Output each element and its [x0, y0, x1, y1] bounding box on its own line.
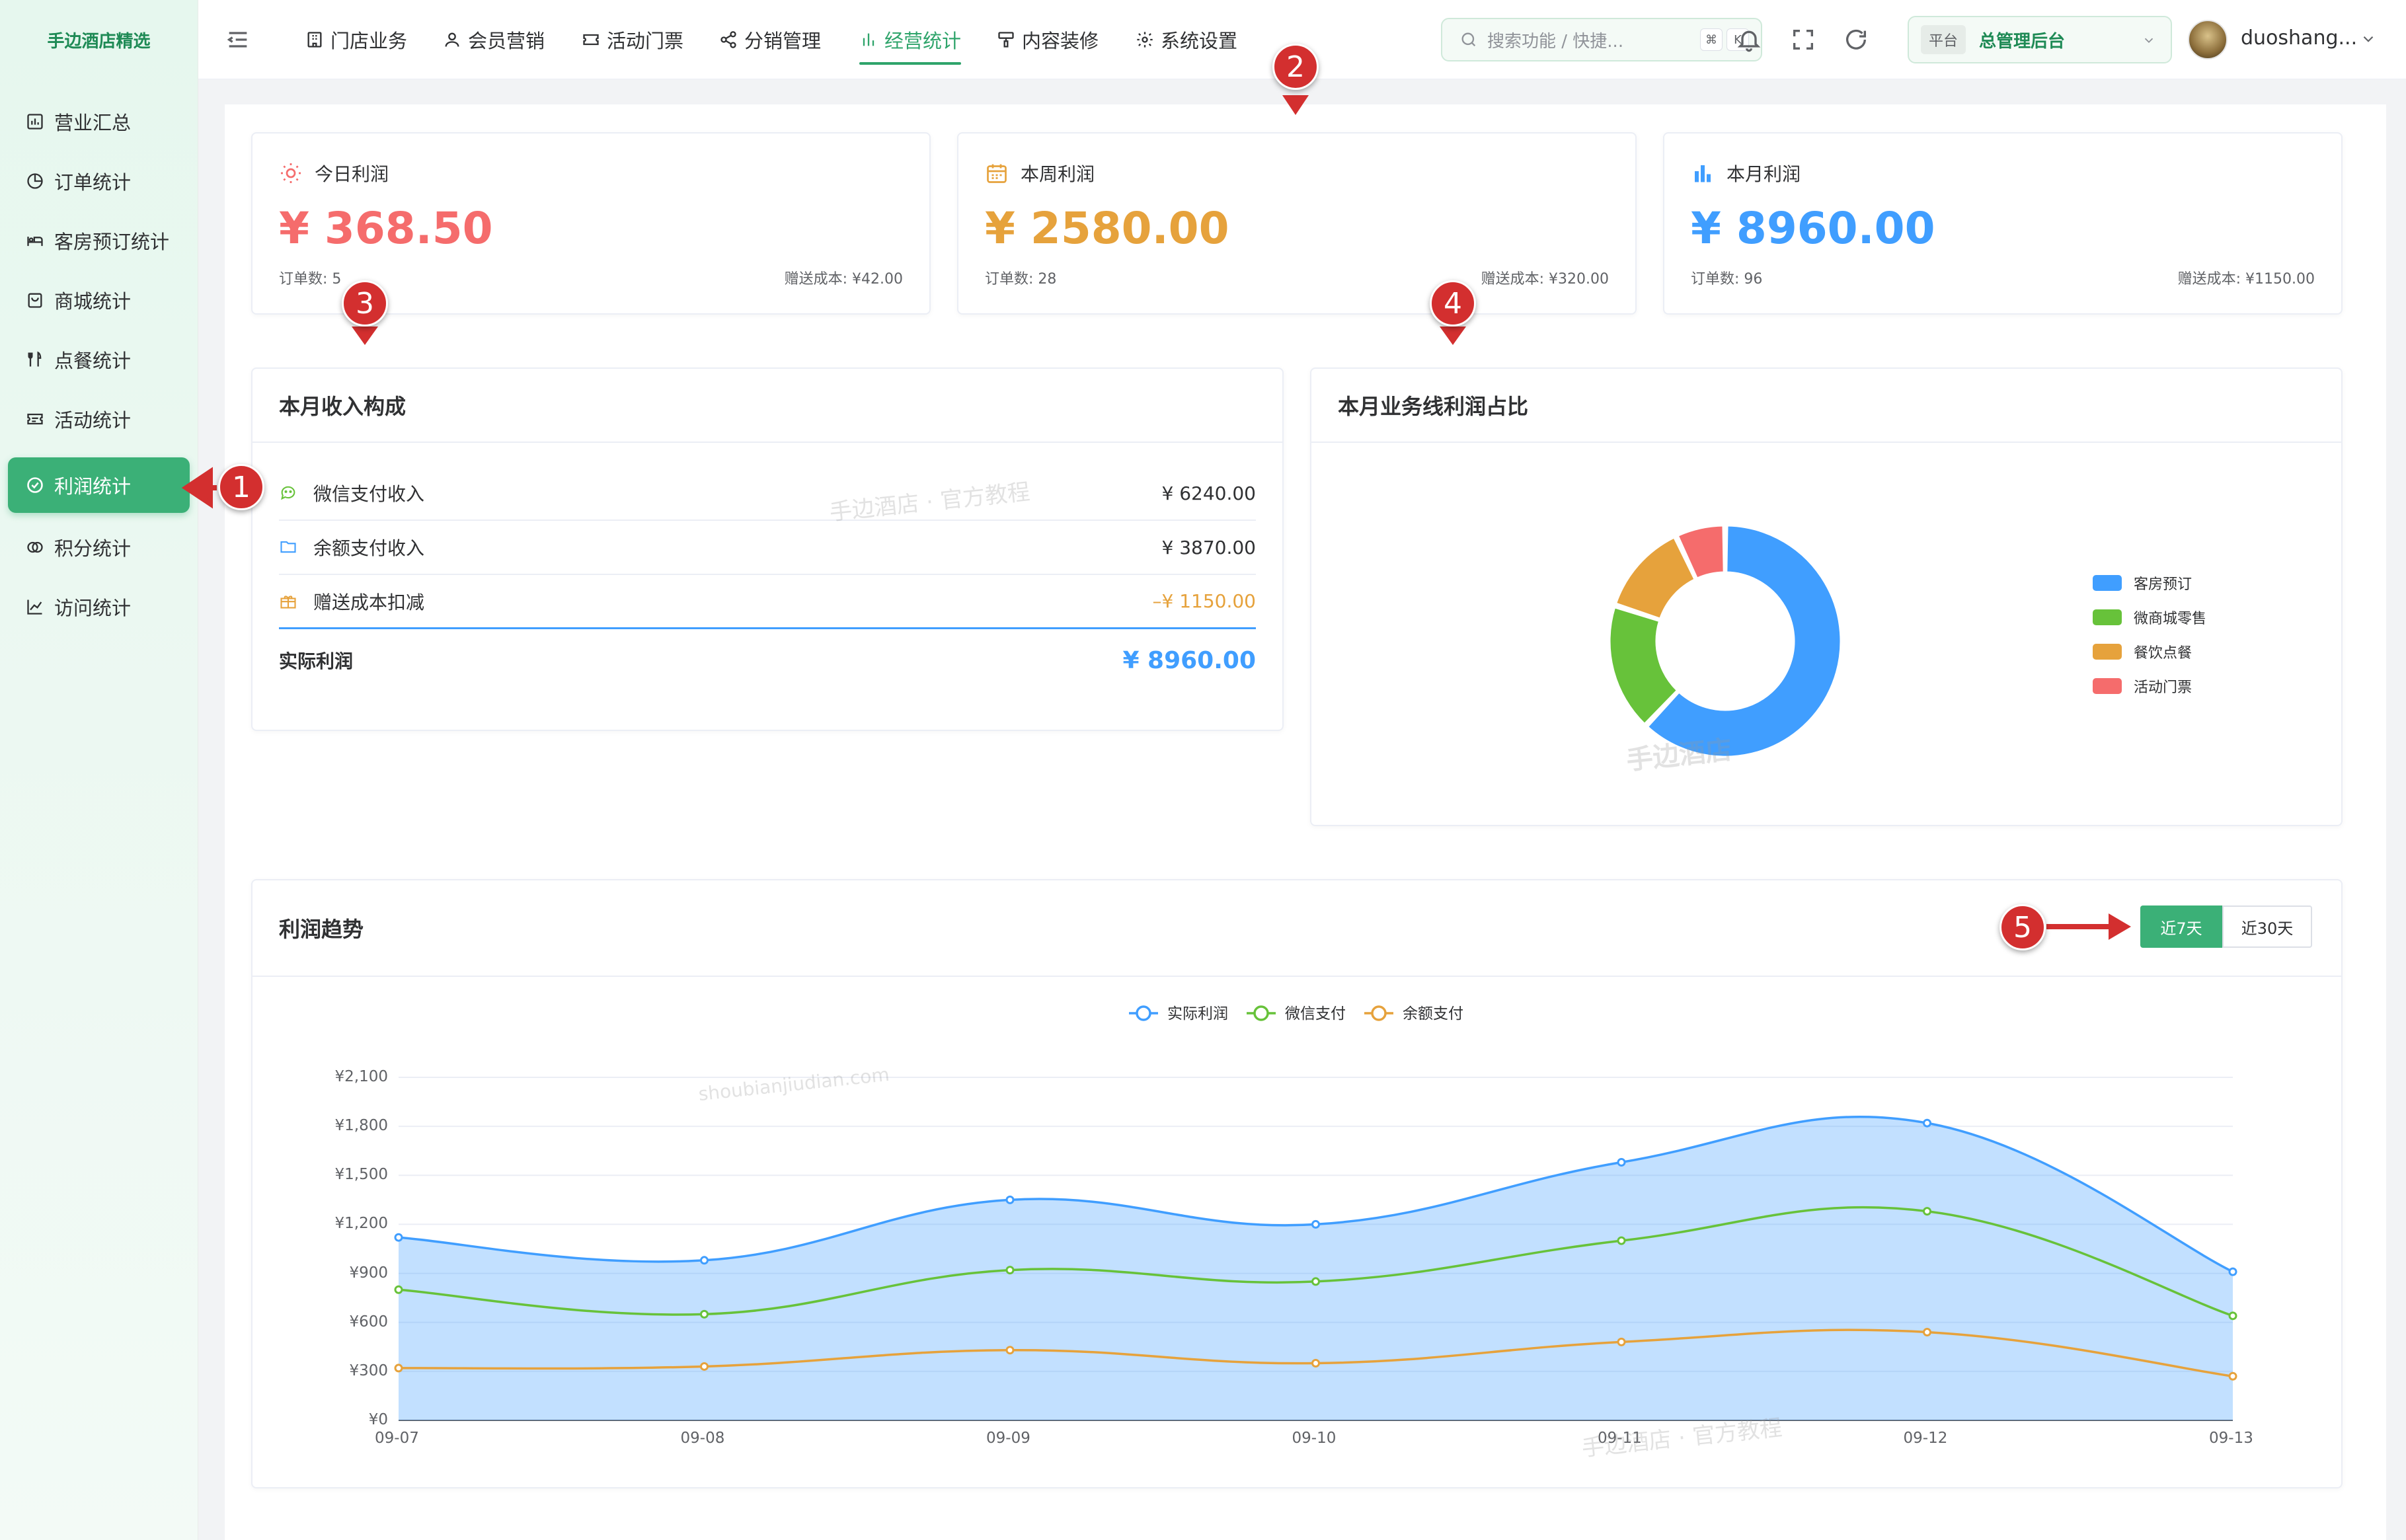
x-tick-label: 09-12 — [1903, 1430, 1948, 1447]
data-point[interactable] — [394, 1233, 403, 1242]
annotation-marker-1: 1 — [218, 464, 264, 510]
legend-label[interactable]: 微信支付 — [1285, 1005, 1346, 1022]
data-point[interactable] — [1617, 1236, 1626, 1245]
data-point[interactable] — [394, 1285, 403, 1294]
y-tick-label: ¥900 — [349, 1264, 388, 1282]
data-point[interactable] — [1005, 1266, 1015, 1275]
data-point[interactable] — [1923, 1118, 1931, 1128]
annotation-marker-3: 3 — [342, 280, 388, 327]
x-tick-label: 09-09 — [986, 1430, 1030, 1447]
x-tick-label: 09-10 — [1292, 1430, 1337, 1447]
y-tick-label: ¥600 — [349, 1313, 388, 1330]
data-point[interactable] — [2228, 1267, 2237, 1276]
legend-marker[interactable] — [1371, 1005, 1387, 1021]
profit-trend-chart: 实际利润 微信支付 余额支付 — [394, 1005, 2237, 1421]
y-tick-label: ¥2,100 — [334, 1068, 388, 1085]
annotation-marker-5: 5 — [1999, 904, 2046, 950]
annotation-marker-4: 4 — [1430, 280, 1476, 327]
y-tick-label: ¥300 — [349, 1362, 388, 1379]
data-point[interactable] — [1005, 1346, 1015, 1355]
data-point[interactable] — [1617, 1158, 1626, 1167]
data-point[interactable] — [1311, 1359, 1320, 1367]
data-point[interactable] — [1923, 1328, 1931, 1337]
data-point[interactable] — [2228, 1371, 2237, 1381]
y-tick-label: ¥0 — [368, 1411, 388, 1428]
data-point[interactable] — [1617, 1337, 1626, 1346]
legend-marker[interactable] — [1136, 1005, 1151, 1021]
y-tick-label: ¥1,500 — [334, 1166, 388, 1184]
legend-label[interactable]: 余额支付 — [1403, 1005, 1463, 1022]
data-point[interactable] — [394, 1364, 403, 1373]
legend-marker[interactable] — [1253, 1005, 1269, 1021]
data-point[interactable] — [700, 1309, 709, 1319]
annotation-marker-2: 2 — [1272, 44, 1319, 90]
data-point[interactable] — [1923, 1207, 1931, 1216]
legend-label[interactable]: 实际利润 — [1167, 1005, 1228, 1022]
data-point[interactable] — [700, 1256, 709, 1265]
data-point[interactable] — [1005, 1195, 1015, 1204]
y-tick-label: ¥1,800 — [334, 1117, 388, 1135]
data-point[interactable] — [700, 1362, 709, 1371]
x-tick-label: 09-08 — [680, 1430, 725, 1447]
area-fill-actual-profit — [399, 1116, 2233, 1420]
x-tick-label: 09-07 — [375, 1430, 419, 1447]
x-tick-label: 09-13 — [2209, 1430, 2253, 1447]
y-tick-label: ¥1,200 — [334, 1215, 388, 1233]
data-point[interactable] — [1311, 1277, 1320, 1286]
data-point[interactable] — [2228, 1311, 2237, 1321]
data-point[interactable] — [1311, 1219, 1320, 1229]
